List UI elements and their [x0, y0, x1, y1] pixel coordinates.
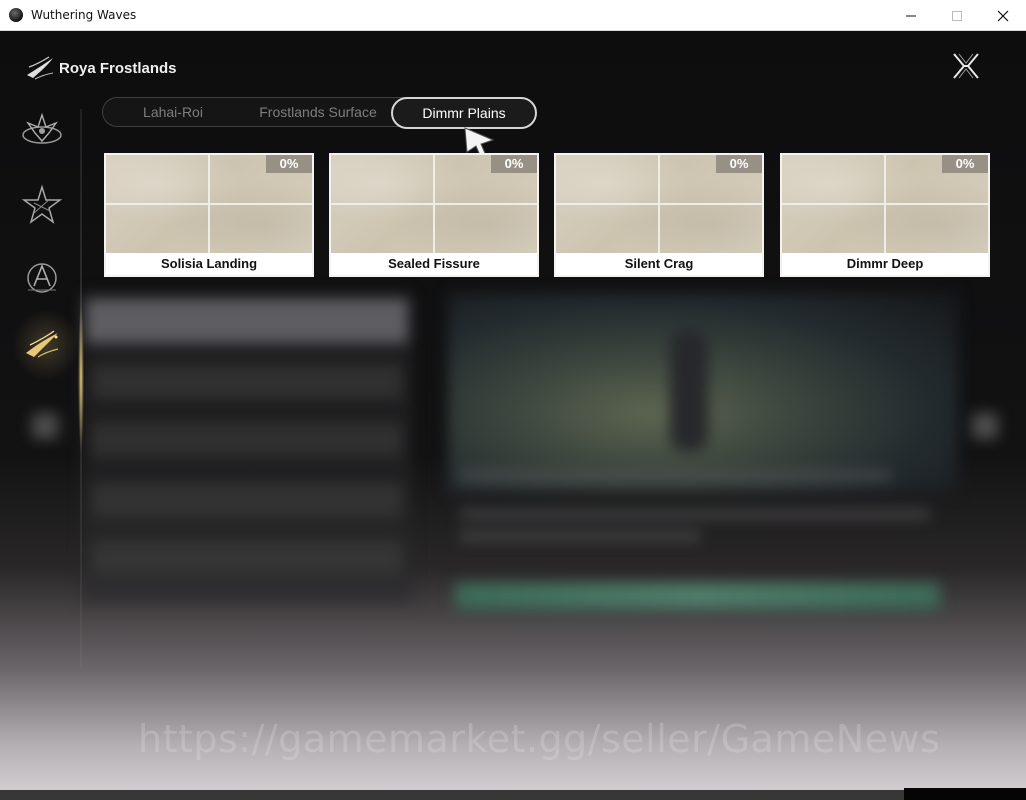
app-icon — [9, 8, 23, 22]
sidebar-item-crest[interactable] — [20, 256, 64, 300]
taskbar-fragment — [904, 788, 1026, 800]
area-name: Silent Crag — [624, 256, 694, 271]
minimize-icon — [906, 15, 916, 16]
area-card-solisia-landing[interactable]: 0% Solisia Landing — [104, 153, 314, 277]
area-card-sealed-fissure[interactable]: 0% Sealed Fissure — [329, 153, 539, 277]
tab-dimmr-plains[interactable]: Dimmr Plains — [391, 97, 537, 129]
exploration-percent: 0% — [716, 155, 762, 173]
tab-lahai-roi[interactable]: Lahai-Roi — [103, 98, 243, 126]
exploration-percent: 0% — [491, 155, 537, 173]
close-icon — [997, 10, 1009, 21]
area-tabs: Lahai-Roi Frostlands Surface Dimmr Plain… — [102, 97, 537, 129]
sidebar-item-roya-frostlands[interactable] — [12, 309, 80, 381]
crest-emblem-icon — [27, 263, 57, 293]
exploration-percent: 0% — [942, 155, 988, 173]
background-list-row — [92, 365, 402, 399]
window-title: Wuthering Waves — [31, 8, 137, 22]
area-name: Solisia Landing — [160, 256, 258, 271]
background-text-line — [460, 509, 930, 519]
maximize-icon — [952, 10, 962, 21]
area-name: Dimmr Deep — [846, 256, 924, 271]
area-name: Sealed Fissure — [388, 256, 480, 271]
background-text-line — [460, 471, 890, 481]
lahai-roi-emblem-icon — [22, 112, 62, 144]
exploration-percent: 0% — [266, 155, 312, 173]
background-action-bar — [455, 583, 940, 609]
blurred-background — [0, 31, 1026, 800]
background-list-row — [92, 483, 402, 517]
close-window-button[interactable] — [980, 0, 1026, 31]
area-card-dimmr-deep[interactable]: 0% Dimmr Deep — [780, 153, 990, 277]
background-list-row — [92, 541, 402, 575]
window-titlebar: Wuthering Waves — [0, 0, 1026, 31]
close-icon[interactable] — [950, 50, 982, 82]
background-arrow-right — [972, 413, 998, 439]
background-figure — [670, 331, 708, 451]
region-title: Roya Frostlands — [59, 60, 177, 77]
maximize-button[interactable] — [934, 0, 980, 31]
area-card-silent-crag[interactable]: 0% Silent Crag — [554, 153, 764, 277]
background-arrow-left — [32, 413, 58, 439]
tab-frostlands-surface[interactable]: Frostlands Surface — [243, 98, 393, 126]
roya-frostlands-emblem-icon — [26, 330, 59, 358]
star-emblem-icon — [21, 184, 63, 224]
region-emblem-icon — [27, 56, 54, 80]
background-list-row — [92, 423, 402, 457]
watermark-text: https://gamemarket.gg/seller/GameNews — [138, 717, 941, 761]
sidebar-item-star[interactable] — [20, 183, 64, 227]
sidebar-item-lahai-roi[interactable] — [20, 109, 64, 153]
minimize-button[interactable] — [888, 0, 934, 31]
background-list-row — [86, 299, 408, 343]
bottom-strip — [0, 790, 1026, 800]
background-text-line — [460, 531, 700, 541]
game-viewport: Roya Frostlands Lahai-Roi Frostlands Sur… — [0, 31, 1026, 800]
